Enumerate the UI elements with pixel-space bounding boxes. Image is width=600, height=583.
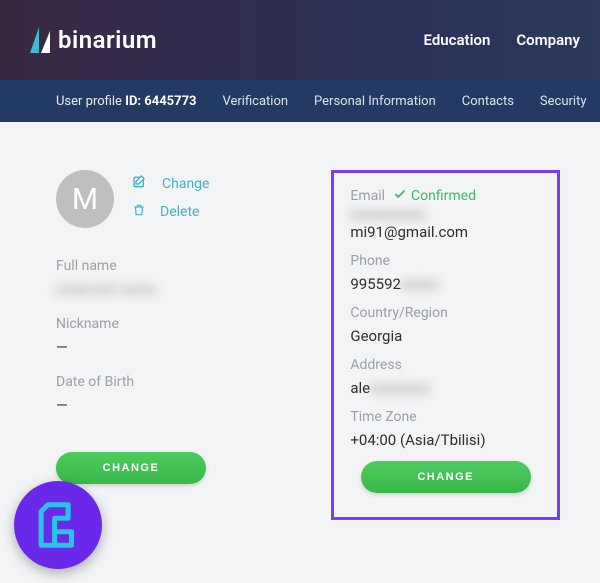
avatar-initial: M xyxy=(72,182,98,217)
fullname-label: Full name xyxy=(56,258,301,274)
tab-verification[interactable]: Verification xyxy=(223,94,289,109)
phone-hidden-part: xxxxx xyxy=(401,275,438,293)
field-timezone: Time Zone +04:00 (Asia/Tbilisi) xyxy=(350,409,541,449)
avatar-row: M Change Delete xyxy=(56,170,301,228)
nav-education[interactable]: Education xyxy=(424,31,491,49)
change-personal-button[interactable]: CHANGE xyxy=(56,452,206,484)
brand-logo-icon xyxy=(30,27,50,53)
sub-nav: User profile ID: 6445773 Verification Pe… xyxy=(0,80,600,122)
address-label: Address xyxy=(350,357,541,373)
field-fullname: Full name redacted name xyxy=(56,258,301,298)
brand-name: binarium xyxy=(58,26,157,54)
email-label: Email xyxy=(350,188,385,204)
nav-company[interactable]: Company xyxy=(516,31,580,49)
email-value: xxxxxxxxxxmi91@gmail.com xyxy=(350,205,541,241)
country-value: Georgia xyxy=(350,327,541,345)
field-email: Email Confirmed xxxxxxxxxxmi91@gmail.com xyxy=(350,187,541,241)
tab-contacts[interactable]: Contacts xyxy=(462,94,514,109)
top-nav: Education Company xyxy=(424,31,580,49)
timezone-value: +04:00 (Asia/Tbilisi) xyxy=(350,431,541,449)
address-value: alexxxxxxxx xyxy=(350,379,541,397)
brand: binarium xyxy=(30,26,157,54)
field-dob: Date of Birth — xyxy=(56,374,301,414)
avatar-change-button[interactable]: Change xyxy=(132,174,209,194)
fullname-value: redacted name xyxy=(56,280,301,298)
tab-personal-information[interactable]: Personal Information xyxy=(314,94,436,109)
dob-label: Date of Birth xyxy=(56,374,301,390)
phone-label: Phone xyxy=(350,253,541,269)
profile-id-value: ID: 6445773 xyxy=(125,94,196,109)
contact-box: Email Confirmed xxxxxxxxxxmi91@gmail.com… xyxy=(331,170,560,520)
profile-id-prefix: User profile xyxy=(56,94,125,109)
address-hidden-part: xxxxxxxx xyxy=(370,379,430,397)
email-hidden-part: xxxxxxxxxx xyxy=(350,205,424,223)
left-column: M Change Delete Full name reda xyxy=(56,170,301,484)
change-contact-button[interactable]: CHANGE xyxy=(361,461,531,493)
check-icon xyxy=(393,187,407,205)
floating-badge-icon[interactable] xyxy=(14,481,102,569)
avatar-delete-button[interactable]: Delete xyxy=(132,202,209,222)
country-label: Country/Region xyxy=(350,305,541,321)
phone-visible-part: 995592 xyxy=(350,275,401,293)
nickname-value: — xyxy=(56,338,301,356)
dob-value: — xyxy=(56,396,301,414)
profile-id: User profile ID: 6445773 xyxy=(56,94,197,109)
avatar-change-label: Change xyxy=(162,176,209,192)
field-address: Address alexxxxxxxx xyxy=(350,357,541,397)
avatar-delete-label: Delete xyxy=(160,204,199,220)
nickname-label: Nickname xyxy=(56,316,301,332)
tab-security[interactable]: Security xyxy=(540,94,587,109)
avatar: M xyxy=(56,170,114,228)
email-visible-part: mi91@gmail.com xyxy=(350,223,468,241)
field-nickname: Nickname — xyxy=(56,316,301,356)
edit-icon xyxy=(132,174,148,194)
phone-value: 995592xxxxx xyxy=(350,275,541,293)
field-country: Country/Region Georgia xyxy=(350,305,541,345)
field-phone: Phone 995592xxxxx xyxy=(350,253,541,293)
top-bar: binarium Education Company xyxy=(0,0,600,80)
address-visible-part: ale xyxy=(350,379,370,397)
page-content: M Change Delete Full name reda xyxy=(0,122,600,520)
confirmed-label: Confirmed xyxy=(411,188,476,204)
avatar-actions: Change Delete xyxy=(132,170,209,222)
trash-icon xyxy=(132,202,146,222)
email-confirmed-badge: Confirmed xyxy=(393,187,476,205)
timezone-label: Time Zone xyxy=(350,409,541,425)
